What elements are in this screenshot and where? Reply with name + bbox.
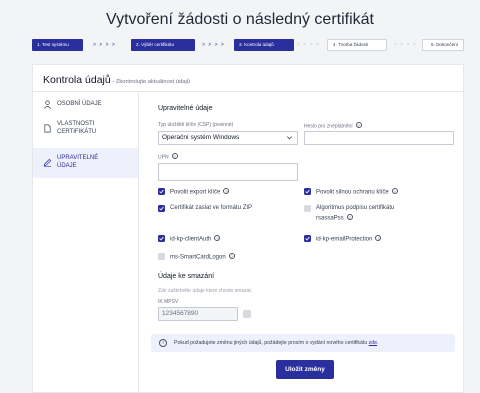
- checkbox-label: Algoritmus podpisu certifikátu: [316, 205, 395, 211]
- notice-text: Pokud požadujete změnu jiných údajů, pož…: [174, 340, 368, 346]
- chevron-down-icon: [287, 136, 292, 140]
- info-circle-icon: i: [159, 339, 167, 347]
- checkbox-label: id-kp-emailProtection: [316, 236, 373, 243]
- sidebar: OSOBNÍ ÚDAJE VLASTNOSTI CERTIFIKÁTU UPRA…: [33, 93, 139, 393]
- checkbox-checked-icon[interactable]: [158, 188, 165, 195]
- save-changes-button[interactable]: Uložit změny: [276, 360, 334, 379]
- step-3-review[interactable]: 3. Kontrola údajů: [234, 39, 294, 51]
- ik-mpsv-label: IK MPSV: [158, 299, 179, 305]
- checkbox-label: Povolit export klíče: [170, 189, 221, 196]
- notice-link[interactable]: zde: [369, 340, 377, 346]
- info-icon[interactable]: ?: [171, 153, 178, 159]
- step-4-request[interactable]: 4. Tvorba žádosti: [327, 39, 387, 51]
- sidebar-item-label: OSOBNÍ ÚDAJE: [57, 101, 102, 107]
- upn-input[interactable]: [158, 163, 298, 181]
- delete-section-title: Údaje ke smazání: [158, 273, 215, 280]
- sidebar-item-label: VLASTNOSTI: [57, 121, 95, 127]
- page-title: Vytvoření žádosti o následný certifikát: [106, 11, 374, 28]
- password-label: Heslo pro znepl​atnění?: [304, 122, 362, 130]
- step-5-finish[interactable]: 5. Dokončení: [422, 39, 464, 51]
- progress-stepper: 1. Test systému > > > > 2. Výběr certifi…: [32, 39, 464, 51]
- step-separator: > > > >: [394, 42, 417, 48]
- sidebar-item-editable[interactable]: UPRAVITELNÉ ÚDAJE: [33, 148, 138, 178]
- checkbox-unchecked-icon[interactable]: [158, 253, 165, 260]
- key-type-value: Operační systém Windows: [162, 134, 240, 141]
- key-type-label: Typ úložiště klíče (CSP) (povinné): [158, 122, 234, 128]
- step-separator: > > > >: [93, 42, 116, 48]
- checkbox-unchecked-icon[interactable]: [304, 205, 311, 212]
- person-icon: [44, 100, 51, 109]
- checkbox-label-2: rsassaPss: [316, 215, 344, 222]
- ik-mpsv-field: 1234567890: [158, 307, 238, 321]
- info-icon[interactable]: ?: [346, 214, 353, 220]
- checkbox-checked-icon[interactable]: [304, 188, 311, 195]
- delete-section-hint: Zde zaškrtněte údaje které chcete smazat…: [158, 288, 253, 294]
- checkbox-checked-icon[interactable]: [304, 235, 311, 242]
- editable-section-title: Upravitelné údaje: [158, 105, 213, 112]
- sidebar-item-label: UPRAVITELNÉ: [57, 155, 99, 161]
- document-icon: [44, 124, 51, 133]
- card-header: Kontrola údajů - Zkontrolujte aktuálnost…: [33, 65, 465, 92]
- step-separator: > > > >: [202, 42, 225, 48]
- checkbox-label: Certifikát zaslat ve formátu ZIP: [170, 205, 253, 211]
- step-separator: > > > >: [297, 42, 320, 48]
- step-1-test[interactable]: 1. Test systému: [32, 39, 83, 51]
- checkbox-label: Povolit silnou ochranu klíče: [316, 189, 389, 196]
- password-input[interactable]: [304, 131, 454, 145]
- sidebar-item-personal[interactable]: OSOBNÍ ÚDAJE: [33, 97, 138, 111]
- checkbox-label: id-kp-clientAuth: [170, 236, 212, 243]
- card-title: Kontrola údajů: [43, 74, 111, 86]
- checkbox-checked-icon[interactable]: [158, 205, 165, 212]
- info-icon[interactable]: ?: [228, 253, 235, 259]
- pencil-icon: [43, 158, 52, 167]
- ik-mpsv-delete-checkbox[interactable]: [243, 310, 251, 318]
- upn-label: UPN?: [158, 153, 178, 161]
- info-notice: i Pokud požadujete změnu jiných údajů, p…: [151, 334, 455, 352]
- key-type-select[interactable]: Operační systém Windows: [158, 131, 298, 145]
- sidebar-item-label-2: CERTIFIKÁTU: [57, 129, 97, 135]
- checkbox-label: ms-SmartCardLogon: [170, 254, 226, 261]
- notice-end: .: [377, 340, 379, 346]
- card-subtitle: - Zkontrolujte aktuálnost údajů: [110, 79, 190, 85]
- info-icon[interactable]: ?: [223, 188, 230, 194]
- info-icon[interactable]: ?: [355, 122, 362, 128]
- checkbox-checked-icon[interactable]: [158, 235, 165, 242]
- sidebar-item-label-2: ÚDAJE: [57, 163, 77, 169]
- step-2-selection[interactable]: 2. Výběr certifikátu: [131, 39, 195, 51]
- info-icon[interactable]: ?: [391, 188, 398, 194]
- info-icon[interactable]: ?: [375, 235, 382, 241]
- sidebar-item-properties[interactable]: VLASTNOSTI CERTIFIKÁTU: [33, 118, 138, 140]
- info-icon[interactable]: ?: [214, 235, 221, 241]
